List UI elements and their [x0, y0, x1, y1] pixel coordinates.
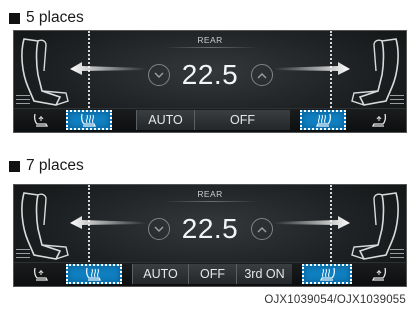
- section-label-5-places: 5 places: [9, 9, 84, 27]
- rear-label: REAR: [197, 35, 223, 45]
- seat-ventilation-icon: [371, 267, 387, 281]
- rear-label: REAR: [197, 189, 223, 199]
- seat-ventilation-icon: [33, 267, 49, 281]
- auto-button[interactable]: AUTO: [132, 264, 188, 284]
- seat-heater-icon: [80, 113, 97, 127]
- off-button[interactable]: OFF: [188, 264, 236, 284]
- vent-grille-right: [390, 249, 404, 261]
- rear-divider: [164, 201, 258, 202]
- vent-grille-left: [16, 249, 30, 261]
- right-seat-heat-button[interactable]: [300, 110, 346, 130]
- third-row-on-button[interactable]: 3rd ON: [236, 264, 292, 284]
- climate-panel-7-places: REAR 22.5 AUTO OFF 3rd ON: [13, 184, 407, 287]
- rear-divider: [164, 47, 258, 48]
- seat-heater-icon: [315, 113, 332, 127]
- off-button[interactable]: OFF: [194, 110, 290, 130]
- chevron-up-icon: [257, 72, 267, 78]
- climate-panel-5-places: REAR 22.5 AUTO OFF: [13, 30, 407, 133]
- chevron-up-icon: [257, 226, 267, 232]
- bullet-square: [9, 160, 20, 172]
- left-seat-vent-button[interactable]: [20, 264, 62, 284]
- temp-up-button[interactable]: [251, 218, 273, 240]
- auto-button[interactable]: AUTO: [136, 110, 194, 130]
- section-label-7-places: 7 places: [9, 157, 84, 175]
- section-title: 7 places: [26, 157, 84, 174]
- seat-heater-icon: [85, 267, 102, 281]
- right-seat-heat-button[interactable]: [302, 264, 352, 284]
- temperature-display: 22.5: [181, 213, 239, 244]
- seat-ventilation-icon: [33, 113, 49, 127]
- figure-code: OJX1039054/OJX1039055: [264, 294, 406, 306]
- section-title: 5 places: [26, 9, 84, 26]
- right-seat-vent-button[interactable]: [358, 110, 400, 130]
- bullet-square: [9, 12, 20, 24]
- left-seat-heat-button[interactable]: [66, 264, 122, 284]
- temperature-display: 22.5: [181, 59, 239, 90]
- vent-grille-left: [16, 95, 30, 107]
- vent-grille-right: [390, 95, 404, 107]
- right-seat-vent-button[interactable]: [358, 264, 400, 284]
- left-seat-vent-button[interactable]: [20, 110, 62, 130]
- left-seat-heat-button[interactable]: [66, 110, 112, 130]
- seat-ventilation-icon: [371, 113, 387, 127]
- temp-up-button[interactable]: [251, 64, 273, 86]
- seat-heater-icon: [319, 267, 336, 281]
